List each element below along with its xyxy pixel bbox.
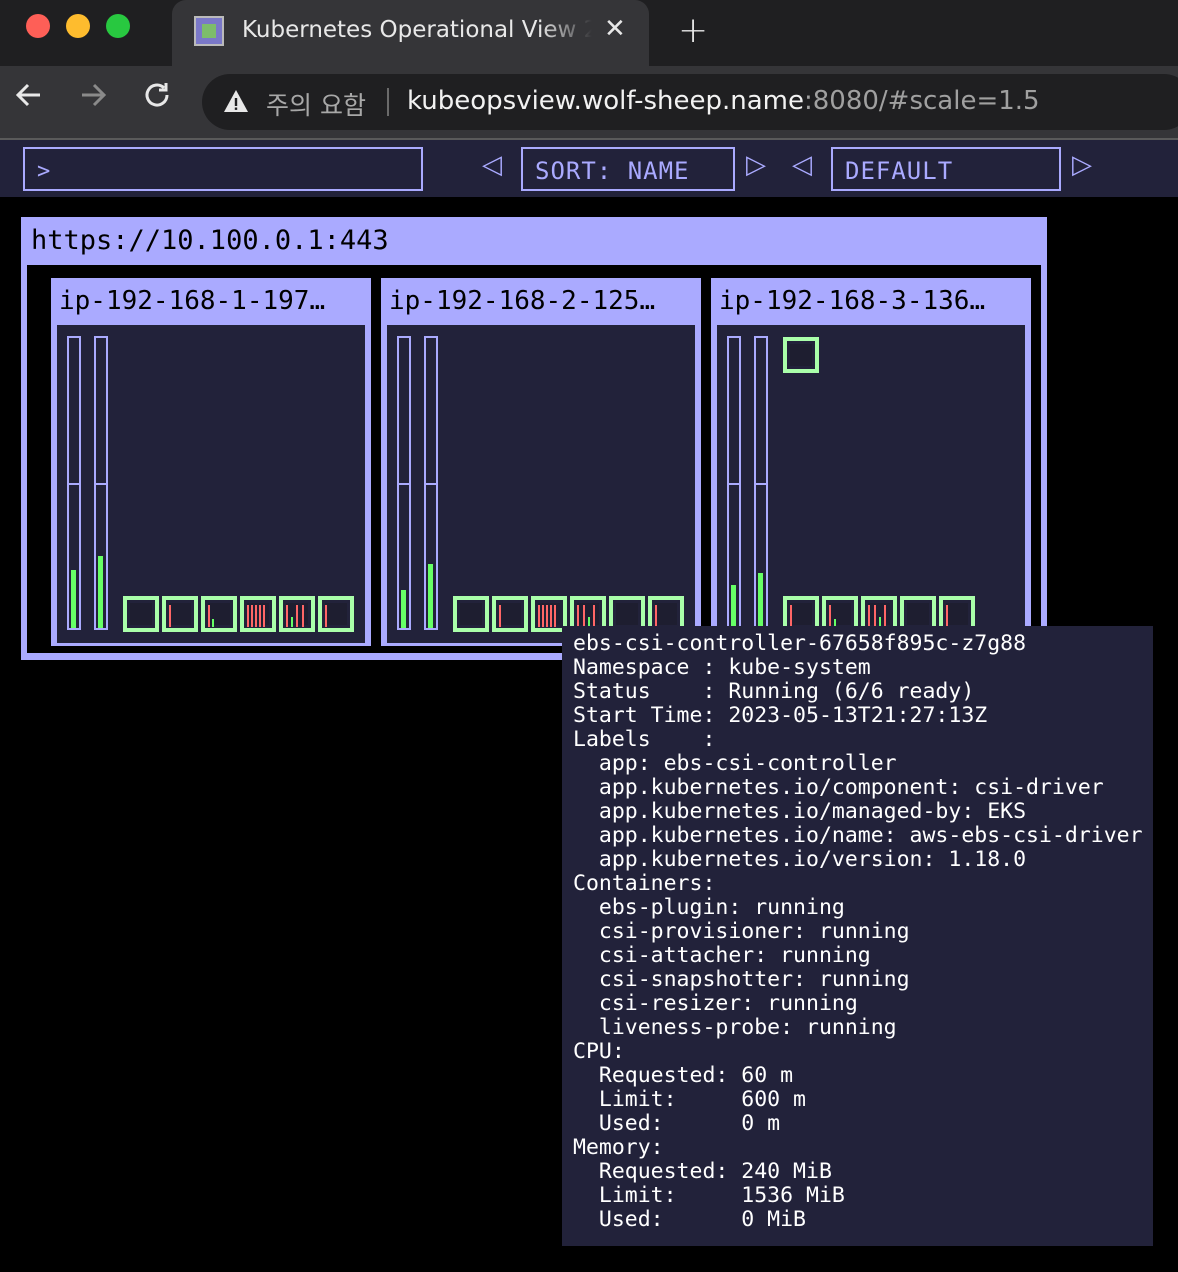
tooltip-container: csi-provisioner: running xyxy=(573,919,910,944)
node-card[interactable]: ip-192-168-2-125… xyxy=(381,278,701,646)
address-bar[interactable]: 주의 요함 kubeopsview.wolf-sheep.name:8080/#… xyxy=(202,74,1178,130)
back-arrow-icon[interactable] xyxy=(14,80,44,118)
tooltip-label: app.kubernetes.io/name: aws-ebs-csi-driv… xyxy=(573,823,1143,848)
pod[interactable] xyxy=(492,596,528,632)
tooltip-cpu-limit: Limit: 600 m xyxy=(573,1087,806,1112)
theme-selector[interactable]: DEFAULT xyxy=(831,147,1061,191)
tooltip-memory-requested: Requested: 240 MiB xyxy=(573,1159,832,1184)
url-text[interactable]: kubeopsview.wolf-sheep.name:8080/#scale=… xyxy=(407,86,1040,116)
cluster-panel[interactable]: https://10.100.0.1:443 ip-192-168-1-197…… xyxy=(21,217,1047,660)
app-header: > ◁ SORT: NAME ▷ ◁ DEFAULT ▷ xyxy=(0,138,1178,197)
memory-usage-bar xyxy=(424,336,438,630)
pod[interactable] xyxy=(123,596,159,632)
tooltip-label: app.kubernetes.io/managed-by: EKS xyxy=(573,799,1027,824)
tooltip-label: app.kubernetes.io/component: csi-driver xyxy=(573,775,1104,800)
tooltip-label: app.kubernetes.io/version: 1.18.0 xyxy=(573,847,1027,872)
close-icon[interactable]: ✕ xyxy=(604,14,626,44)
browser-tab-strip: Kubernetes Operational View 2 ✕ + xyxy=(0,0,1178,66)
node-body xyxy=(387,325,695,643)
warning-icon[interactable] xyxy=(222,87,250,115)
tooltip-cpu-requested: Requested: 60 m xyxy=(573,1063,794,1088)
browser-tab-active[interactable]: Kubernetes Operational View 2 ✕ xyxy=(172,0,649,66)
memory-usage-bar xyxy=(754,336,768,630)
node-body xyxy=(717,325,1025,643)
sort-selector[interactable]: SORT: NAME xyxy=(521,147,735,191)
node-name: ip-192-168-3-136… xyxy=(719,286,986,316)
cpu-usage-fill xyxy=(71,570,76,628)
tooltip-container: ebs-plugin: running xyxy=(573,895,845,920)
node-name: ip-192-168-2-125… xyxy=(389,286,656,316)
tooltip-memory-used: Used: 0 MiB xyxy=(573,1207,806,1232)
reload-icon[interactable] xyxy=(142,80,172,118)
filter-input[interactable]: > xyxy=(23,147,423,191)
favicon-icon xyxy=(194,16,224,46)
tooltip-label: app: ebs-csi-controller xyxy=(573,751,897,776)
sort-next-arrow-icon[interactable]: ▷ xyxy=(746,150,766,180)
cluster-title: https://10.100.0.1:443 xyxy=(31,225,389,256)
cpu-usage-fill xyxy=(731,584,736,628)
cpu-usage-fill xyxy=(401,590,406,628)
url-path: :8080/#scale=1.5 xyxy=(803,86,1040,116)
address-separator xyxy=(387,88,389,116)
tooltip-pod-name: ebs-csi-controller-67658f895c-z7g88 xyxy=(573,631,1027,656)
pod[interactable] xyxy=(318,596,354,632)
tooltip-containers-heading: Containers: xyxy=(573,871,716,896)
node-card[interactable]: ip-192-168-3-136… xyxy=(711,278,1031,646)
cpu-usage-bar xyxy=(67,336,81,630)
pod-tooltip: ebs-csi-controller-67658f895c-z7g88 Name… xyxy=(562,626,1153,1246)
tooltip-container: csi-snapshotter: running xyxy=(573,967,910,992)
tooltip-namespace: Namespace : kube-system xyxy=(573,655,871,680)
pod[interactable] xyxy=(453,596,489,632)
cpu-usage-bar xyxy=(397,336,411,630)
theme-prev-arrow-icon[interactable]: ◁ xyxy=(792,150,812,180)
browser-toolbar: 주의 요함 kubeopsview.wolf-sheep.name:8080/#… xyxy=(0,66,1178,138)
memory-usage-fill xyxy=(758,572,763,628)
tooltip-labels-heading: Labels : xyxy=(573,727,716,752)
memory-usage-fill xyxy=(98,555,103,628)
plus-icon[interactable]: + xyxy=(678,10,708,51)
pod[interactable] xyxy=(783,337,819,373)
window-minimize-button[interactable] xyxy=(66,14,90,38)
tooltip-container: liveness-probe: running xyxy=(573,1015,897,1040)
cpu-usage-bar xyxy=(727,336,741,630)
memory-usage-fill xyxy=(428,564,433,628)
tooltip-memory-limit: Limit: 1536 MiB xyxy=(573,1183,845,1208)
url-host: kubeopsview.wolf-sheep.name xyxy=(407,86,804,116)
tooltip-status: Status : Running (6/6 ready) xyxy=(573,679,975,704)
memory-usage-bar xyxy=(94,336,108,630)
sort-prev-arrow-icon[interactable]: ◁ xyxy=(482,150,502,180)
tab-title: Kubernetes Operational View 2 xyxy=(242,17,592,43)
tooltip-cpu-heading: CPU: xyxy=(573,1039,625,1064)
pod[interactable] xyxy=(162,596,198,632)
tooltip-start-time: Start Time: 2023-05-13T21:27:13Z xyxy=(573,703,988,728)
theme-next-arrow-icon[interactable]: ▷ xyxy=(1072,150,1092,180)
pod[interactable] xyxy=(201,596,237,632)
security-warning-label[interactable]: 주의 요함 xyxy=(266,86,366,122)
tooltip-container: csi-attacher: running xyxy=(573,943,871,968)
window-close-button[interactable] xyxy=(26,14,50,38)
tooltip-container: csi-resizer: running xyxy=(573,991,858,1016)
node-body xyxy=(57,325,365,643)
pod[interactable] xyxy=(240,596,276,632)
window-zoom-button[interactable] xyxy=(106,14,130,38)
pod[interactable] xyxy=(279,596,315,632)
tooltip-cpu-used: Used: 0 m xyxy=(573,1111,781,1136)
node-card[interactable]: ip-192-168-1-197… xyxy=(51,278,371,646)
tooltip-memory-heading: Memory: xyxy=(573,1135,664,1160)
node-name: ip-192-168-1-197… xyxy=(59,286,326,316)
forward-arrow-icon[interactable] xyxy=(78,80,108,118)
